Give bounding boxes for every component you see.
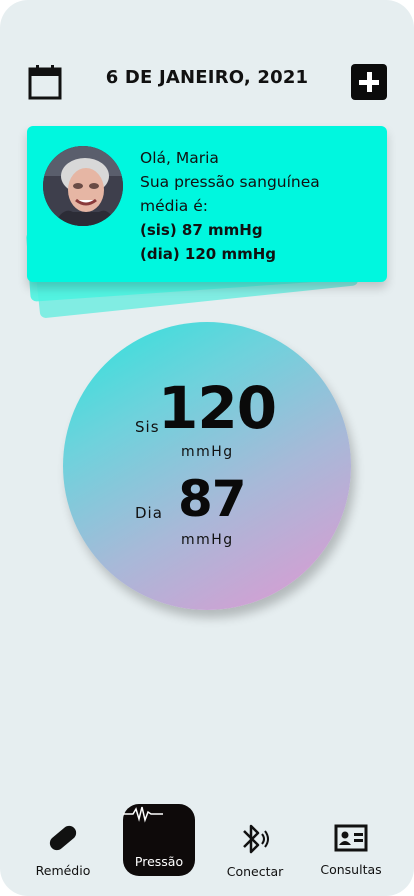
avatar [43,146,123,226]
sis-value: 120 [158,374,277,442]
summary-line-1: Sua pressão sanguínea [140,173,320,191]
nav-conectar[interactable]: Conectar [215,810,295,882]
heartbeat-icon [123,806,163,823]
nav-consultas[interactable]: Consultas [311,810,391,882]
nav-label-pressao: Pressão [134,854,184,869]
nav-pressao[interactable]: Pressão [123,804,195,876]
pressure-circle: Sis 120 mmHg Dia 87 mmHg [63,322,351,610]
summary-line-2: média é: [140,197,208,215]
nav-label-remedio: Remédio [35,863,91,878]
summary-card[interactable]: Olá, Maria Sua pressão sanguínea média é… [27,126,387,282]
greeting-text: Olá, Maria [140,149,219,167]
pill-icon [49,825,77,851]
dia-value: 87 [178,470,247,528]
app-screen: 6 DE JANEIRO, 2021 Olá, Maria Sua pressã… [0,0,414,896]
nav-label-consultas: Consultas [320,862,382,877]
summary-dia: (dia) 120 mmHg [140,245,277,263]
id-card-icon [334,824,368,852]
dia-label: Dia [135,504,163,522]
sis-label: Sis [135,418,160,436]
dia-unit: mmHg [181,532,234,548]
sis-unit: mmHg [181,444,234,460]
add-button[interactable] [351,64,387,100]
nav-remedio[interactable]: Remédio [23,810,103,882]
bluetooth-icon [243,824,269,854]
summary-sis: (sis) 87 mmHg [140,221,263,239]
nav-label-conectar: Conectar [226,864,284,879]
